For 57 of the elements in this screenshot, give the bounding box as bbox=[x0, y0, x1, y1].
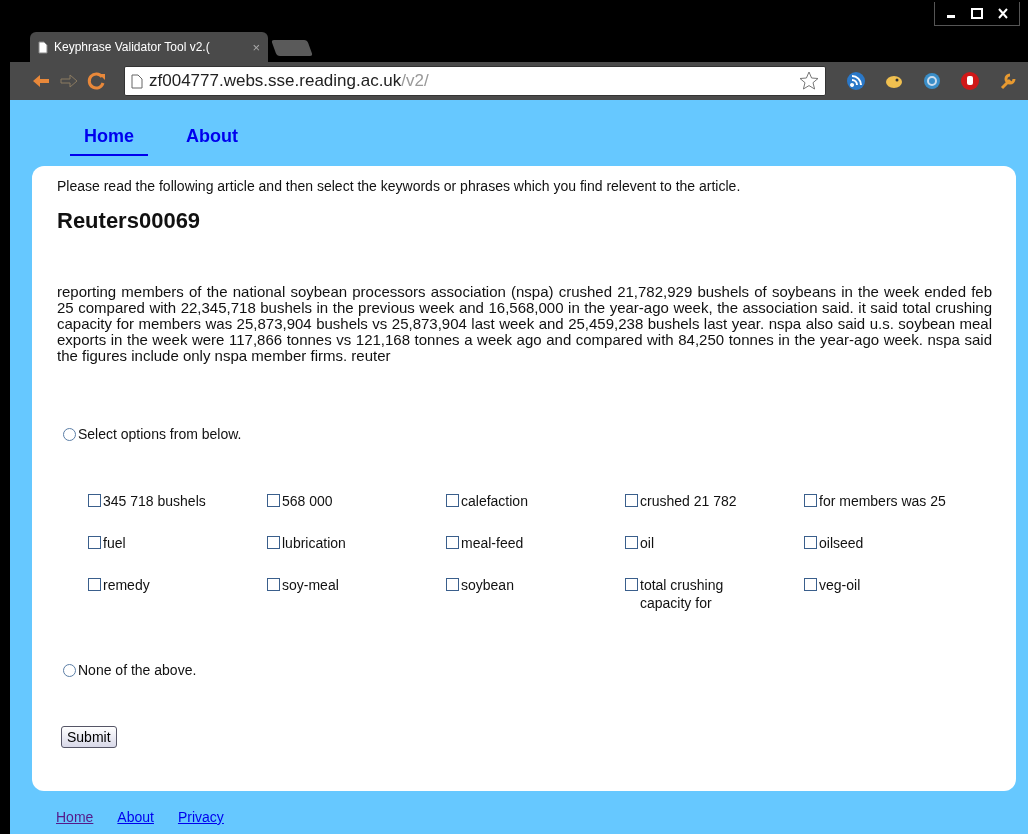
nav-link[interactable]: About bbox=[172, 122, 252, 156]
article-title: Reuters00069 bbox=[57, 208, 202, 234]
radio-label: None of the above. bbox=[78, 662, 197, 678]
option-label: meal-feed bbox=[461, 534, 525, 552]
checkbox[interactable] bbox=[446, 494, 459, 507]
star-icon[interactable] bbox=[799, 71, 819, 91]
checkbox[interactable] bbox=[88, 494, 101, 507]
page-icon[interactable] bbox=[38, 40, 48, 54]
rss-icon[interactable] bbox=[846, 71, 866, 91]
checkbox[interactable] bbox=[446, 578, 459, 591]
reload-icon[interactable] bbox=[86, 71, 108, 91]
close-icon[interactable] bbox=[995, 6, 1011, 21]
browser-tab[interactable]: Keyphrase Validator Tool v2.( × bbox=[30, 32, 268, 62]
close-tab-button[interactable]: × bbox=[252, 39, 260, 55]
swirl-icon[interactable] bbox=[922, 71, 942, 91]
radio-button[interactable] bbox=[63, 663, 76, 677]
checkbox[interactable] bbox=[446, 536, 459, 549]
option-label: calefaction bbox=[461, 492, 529, 510]
nav-link[interactable]: Home bbox=[70, 122, 148, 156]
checkbox[interactable] bbox=[88, 536, 101, 549]
option-label: for members was 25 bbox=[819, 492, 947, 510]
option-label: total crushing capacity for bbox=[640, 576, 725, 612]
footer-link[interactable]: About bbox=[117, 809, 154, 825]
checkbox[interactable] bbox=[625, 578, 638, 591]
option-label: soybean bbox=[461, 576, 515, 594]
checkbox[interactable] bbox=[804, 578, 817, 591]
option-label: lubrication bbox=[282, 534, 347, 552]
checkbox[interactable] bbox=[88, 578, 101, 591]
checkbox[interactable] bbox=[267, 578, 280, 591]
instruction-text: Please read the following article and then select the keywords or phrases which you find relevent to the article. bbox=[57, 178, 742, 194]
option-label: fuel bbox=[103, 534, 127, 552]
checkbox[interactable] bbox=[804, 536, 817, 549]
footer-link[interactable]: Home bbox=[56, 809, 94, 825]
maximize-icon[interactable] bbox=[969, 6, 985, 21]
option-label: veg-oil bbox=[819, 576, 862, 594]
footer-link[interactable]: Privacy bbox=[177, 809, 224, 825]
radio-label: Select options from below. bbox=[78, 426, 242, 442]
option-label: soy-meal bbox=[282, 576, 340, 594]
url-text: zf004777.webs.sse.reading.ac.uk/v2/ bbox=[149, 71, 430, 91]
option-label: crushed 21 782 bbox=[640, 492, 738, 510]
radio-button[interactable] bbox=[63, 427, 76, 441]
checkbox[interactable] bbox=[804, 494, 817, 507]
checkbox[interactable] bbox=[625, 536, 638, 549]
option-label: remedy bbox=[103, 576, 151, 594]
option-label: oilseed bbox=[819, 534, 865, 552]
option-label: oil bbox=[640, 534, 655, 552]
checkbox[interactable] bbox=[625, 494, 638, 507]
address-bar[interactable]: zf004777.webs.sse.reading.ac.uk/v2/ bbox=[124, 66, 826, 96]
wrench-icon[interactable] bbox=[998, 71, 1018, 91]
checkbox[interactable] bbox=[267, 494, 280, 507]
submit-button[interactable]: Submit bbox=[61, 726, 117, 748]
checkbox[interactable] bbox=[267, 536, 280, 549]
option-label: 568 000 bbox=[282, 492, 334, 510]
new-tab-button[interactable] bbox=[271, 40, 313, 56]
tab-title: Keyphrase Validator Tool v2.( bbox=[54, 40, 211, 54]
option-label: 345 718 bushels bbox=[103, 492, 207, 510]
article-text: reporting members of the national soybean processors association (nspa) crushed 21,782,929 bushels of soybeans in the week ended feb 25 compared with 22,345,718 bushels in the previous week and 16,568,000 in the year-ago week, the association said. it said total crushing capacity for members was 25,873,904 bushels vs 25,873,904 last week and 25,459,238 bushels last year. nspa also said u.s. soybean meal exports in the week were 117,866 tonnes vs 121,168 tonnes a week ago and compared with 84,250 tonnes in the year-ago week. nspa said the figures include only nspa member firms. reuter bbox=[57, 284, 992, 364]
